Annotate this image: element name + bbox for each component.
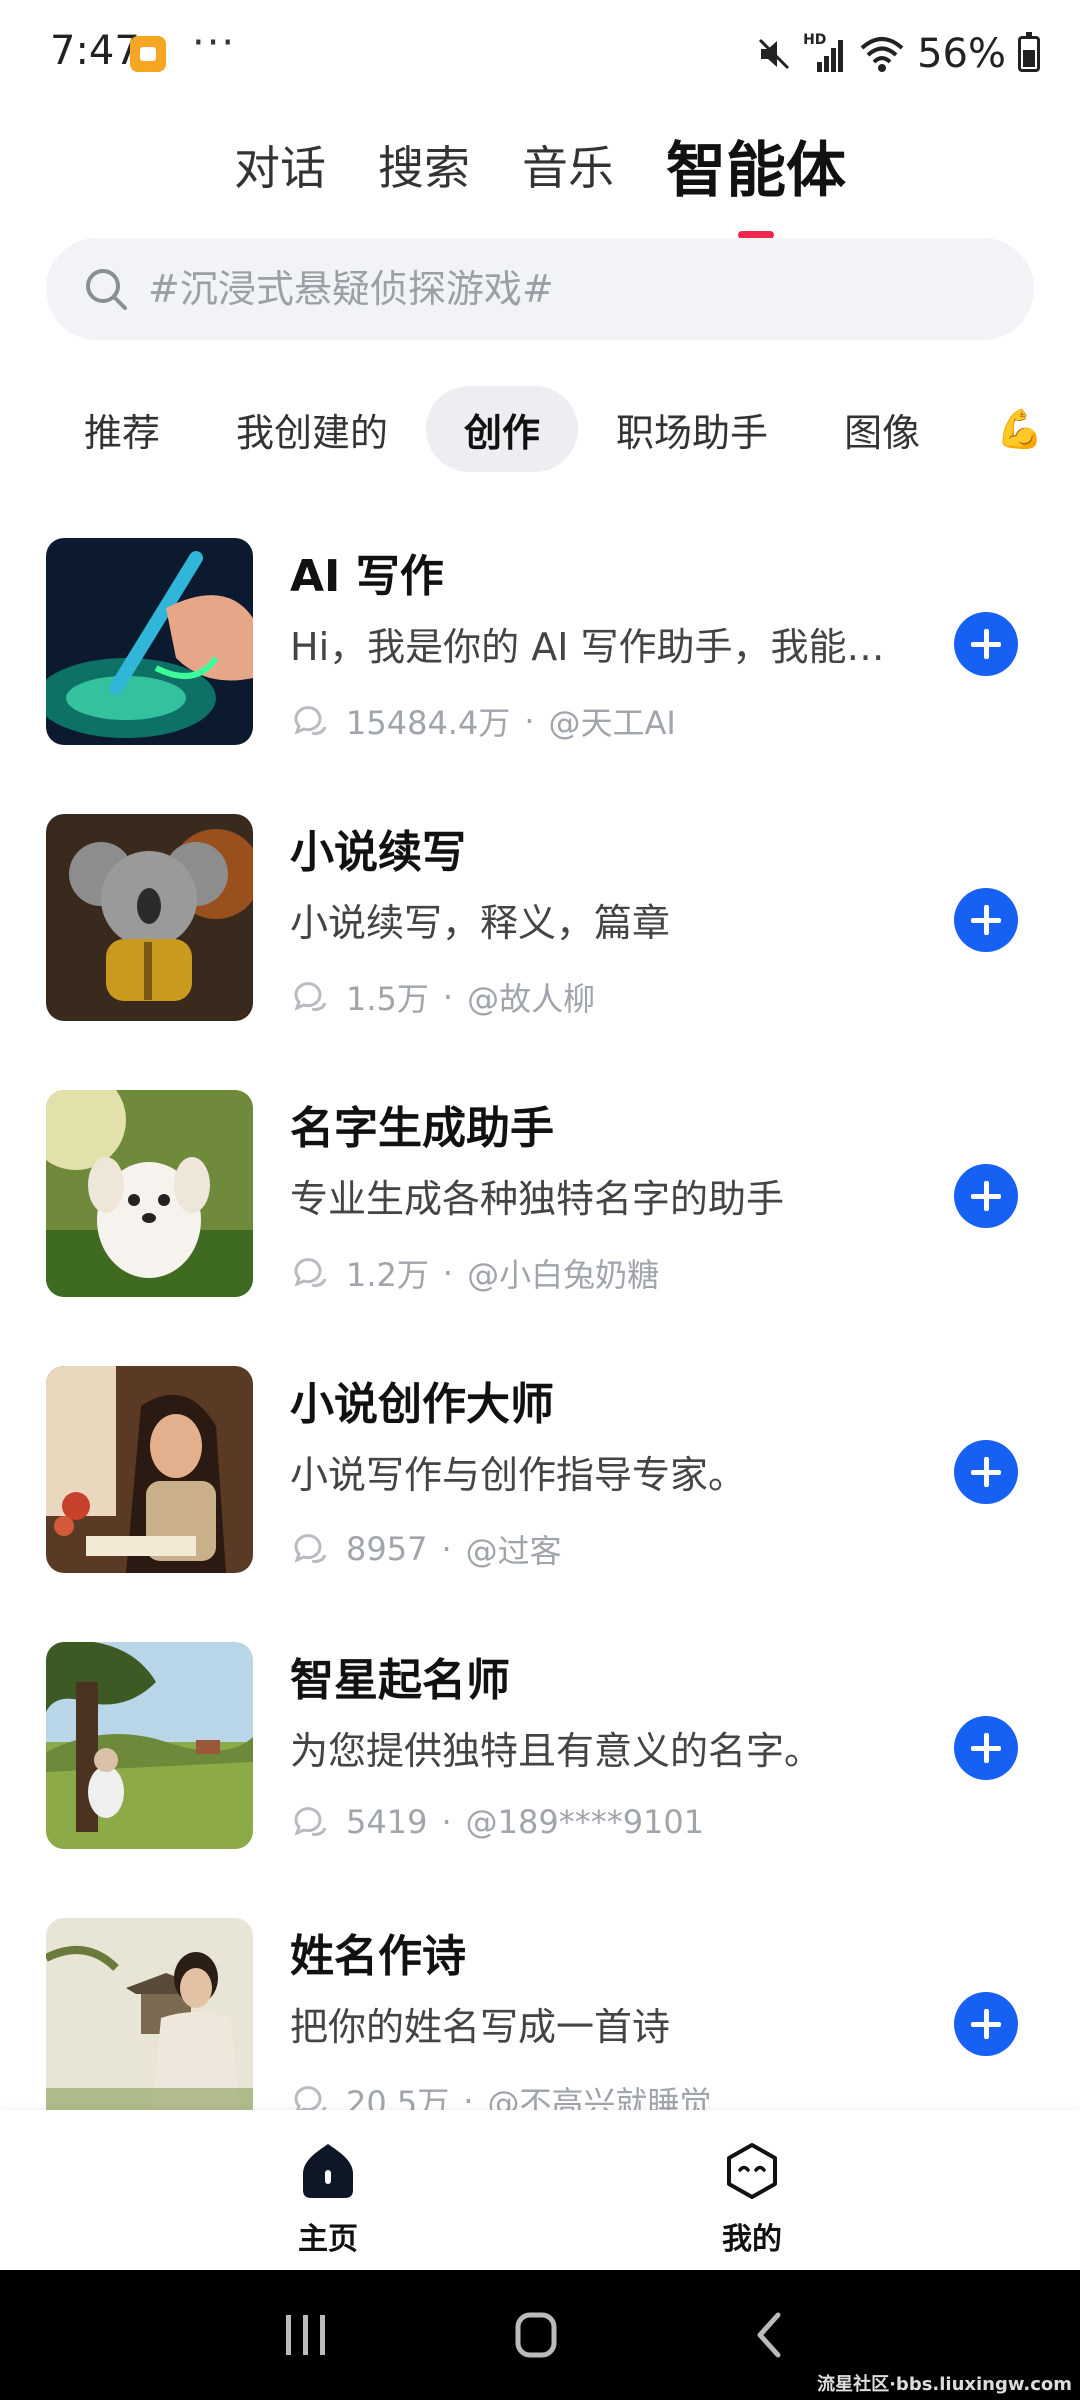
chat-bubble-icon bbox=[294, 1807, 327, 1836]
search-input[interactable] bbox=[148, 267, 948, 311]
agent-thumbnail bbox=[46, 1366, 253, 1573]
add-agent-button[interactable] bbox=[954, 1164, 1018, 1228]
category-image[interactable]: 图像 bbox=[806, 386, 958, 472]
agent-author: @故人柳 bbox=[467, 980, 596, 1018]
home-icon bbox=[303, 2144, 353, 2198]
home-button-icon[interactable] bbox=[506, 2310, 566, 2360]
agent-meta: 15484.4万 · @天工AI bbox=[290, 698, 676, 744]
nav-mine[interactable]: 我的 bbox=[652, 2140, 852, 2258]
agent-title: AI 写作 bbox=[290, 551, 444, 602]
agent-title: 小说创作大师 bbox=[290, 1379, 554, 1430]
chat-count: 8957 bbox=[346, 1530, 428, 1568]
status-time: 7:47 bbox=[50, 28, 140, 74]
add-agent-button[interactable] bbox=[954, 1992, 1018, 2056]
agent-title: 名字生成助手 bbox=[290, 1103, 554, 1154]
battery-icon bbox=[1018, 32, 1040, 72]
list-item[interactable]: 智星起名师 为您提供独特且有意义的名字。 5419 · @189****9101 bbox=[0, 1624, 1080, 1900]
meta-separator: · bbox=[442, 1254, 454, 1292]
category-more[interactable]: 💪 bbox=[958, 386, 1080, 472]
chat-bubble-icon bbox=[294, 2086, 327, 2110]
chat-count: 1.5万 bbox=[346, 980, 429, 1018]
system-nav-bar: 流星社区·bbs.liuxingw.com bbox=[0, 2270, 1080, 2400]
chat-bubble-icon bbox=[294, 706, 327, 735]
mute-icon bbox=[759, 38, 790, 70]
tab-music[interactable]: 音乐 bbox=[522, 132, 614, 198]
agent-description: 小说续写，释义，篇章 bbox=[290, 901, 671, 945]
tab-agents[interactable]: 智能体 bbox=[666, 122, 846, 209]
add-agent-button[interactable] bbox=[954, 1440, 1018, 1504]
top-tabs: 对话 搜索 音乐 智能体 bbox=[0, 110, 1080, 220]
add-agent-button[interactable] bbox=[954, 1716, 1018, 1780]
meta-separator: · bbox=[441, 1803, 452, 1841]
nav-mine-label: 我的 bbox=[722, 2222, 782, 2257]
bottom-nav: 主页 我的 bbox=[0, 2110, 1080, 2270]
chat-bubble-icon bbox=[294, 1258, 327, 1287]
agent-meta: 1.2万 · @小白兔奶糖 bbox=[290, 1250, 659, 1296]
agent-meta: 1.5万 · @故人柳 bbox=[290, 974, 595, 1020]
agent-title: 姓名作诗 bbox=[290, 1931, 466, 1982]
agent-title: 智星起名师 bbox=[290, 1655, 510, 1706]
nav-home-label: 主页 bbox=[298, 2222, 358, 2257]
back-icon[interactable] bbox=[740, 2310, 800, 2360]
agent-meta: 8957 · @过客 bbox=[290, 1526, 562, 1572]
wifi-icon bbox=[860, 37, 904, 72]
recent-apps-icon[interactable] bbox=[276, 2310, 336, 2360]
search-icon bbox=[86, 269, 127, 310]
category-creation[interactable]: 创作 bbox=[426, 386, 579, 472]
chat-bubble-icon bbox=[294, 982, 327, 1011]
battery-percent: 56% bbox=[917, 31, 1006, 77]
agent-description: Hi，我是你的 AI 写作助手，我能… bbox=[290, 625, 885, 669]
chat-bubble-icon bbox=[294, 1534, 327, 1563]
agent-title: 小说续写 bbox=[290, 827, 466, 878]
agent-author: @189****9101 bbox=[465, 1803, 705, 1841]
meta-separator: · bbox=[524, 702, 535, 740]
list-item[interactable]: 姓名作诗 把你的姓名写成一首诗 20.5万 · @不高兴就睡觉 bbox=[0, 1900, 1080, 2110]
list-item[interactable]: 名字生成助手 专业生成各种独特名字的助手 1.2万 · @小白兔奶糖 bbox=[0, 1072, 1080, 1348]
status-bar: 7:47 ··· HD 56% bbox=[0, 0, 1080, 110]
nav-home[interactable]: 主页 bbox=[228, 2140, 428, 2258]
agent-author: @过客 bbox=[465, 1532, 562, 1570]
agent-thumbnail bbox=[46, 1090, 253, 1297]
notification-icon bbox=[130, 36, 166, 72]
chat-count: 20.5万 bbox=[346, 2084, 450, 2110]
more-notifications-icon: ··· bbox=[192, 20, 237, 66]
agent-author: @天工AI bbox=[548, 704, 676, 742]
agent-description: 小说写作与创作指导专家。 bbox=[290, 1453, 747, 1497]
agent-thumbnail bbox=[46, 814, 253, 1021]
agent-description: 把你的姓名写成一首诗 bbox=[290, 2005, 671, 2049]
agent-author: @小白兔奶糖 bbox=[467, 1256, 660, 1294]
agent-thumbnail bbox=[46, 1642, 253, 1849]
agent-list: AI 写作 Hi，我是你的 AI 写作助手，我能… 15484.4万 · @天工… bbox=[0, 520, 1080, 2110]
app-root: 7:47 ··· HD 56% 对话 搜索 音乐 智能体 #沉浸式悬疑侦探游戏#… bbox=[0, 0, 1080, 2400]
meta-separator: · bbox=[463, 2082, 474, 2110]
list-item[interactable]: AI 写作 Hi，我是你的 AI 写作助手，我能… 15484.4万 · @天工… bbox=[0, 520, 1080, 796]
tab-search[interactable]: 搜索 bbox=[378, 132, 470, 198]
chat-count: 1.2万 bbox=[346, 1256, 429, 1294]
list-item[interactable]: 小说续写 小说续写，释义，篇章 1.5万 · @故人柳 bbox=[0, 796, 1080, 1072]
signal-icon: HD bbox=[803, 32, 847, 74]
add-agent-button[interactable] bbox=[954, 888, 1018, 952]
chat-count: 5419 bbox=[346, 1803, 428, 1841]
face-icon bbox=[727, 2143, 777, 2199]
category-recommend[interactable]: 推荐 bbox=[46, 386, 198, 472]
watermark: 流星社区·bbs.liuxingw.com bbox=[817, 2374, 1072, 2395]
agent-meta: 20.5万 · @不高兴就睡觉 bbox=[290, 2078, 711, 2110]
search-bar[interactable] bbox=[46, 238, 1034, 340]
agent-thumbnail bbox=[46, 1918, 253, 2110]
meta-separator: · bbox=[441, 1530, 452, 1568]
list-item[interactable]: 小说创作大师 小说写作与创作指导专家。 8957 · @过客 bbox=[0, 1348, 1080, 1624]
add-agent-button[interactable] bbox=[954, 612, 1018, 676]
agent-thumbnail bbox=[46, 538, 253, 745]
agent-author: @不高兴就睡觉 bbox=[487, 2084, 712, 2110]
status-right: HD 56% bbox=[757, 24, 1040, 84]
agent-description: 专业生成各种独特名字的助手 bbox=[290, 1177, 785, 1221]
agent-description: 为您提供独特且有意义的名字。 bbox=[290, 1729, 823, 1773]
chat-count: 15484.4万 bbox=[346, 704, 511, 742]
category-my-created[interactable]: 我创建的 bbox=[198, 386, 426, 472]
tab-chat[interactable]: 对话 bbox=[234, 132, 326, 198]
agent-meta: 5419 · @189****9101 bbox=[290, 1802, 704, 1842]
meta-separator: · bbox=[442, 978, 454, 1016]
category-work-assistant[interactable]: 职场助手 bbox=[578, 386, 806, 472]
category-tabs: 推荐 我创建的 创作 职场助手 图像 💪 bbox=[0, 386, 1080, 472]
